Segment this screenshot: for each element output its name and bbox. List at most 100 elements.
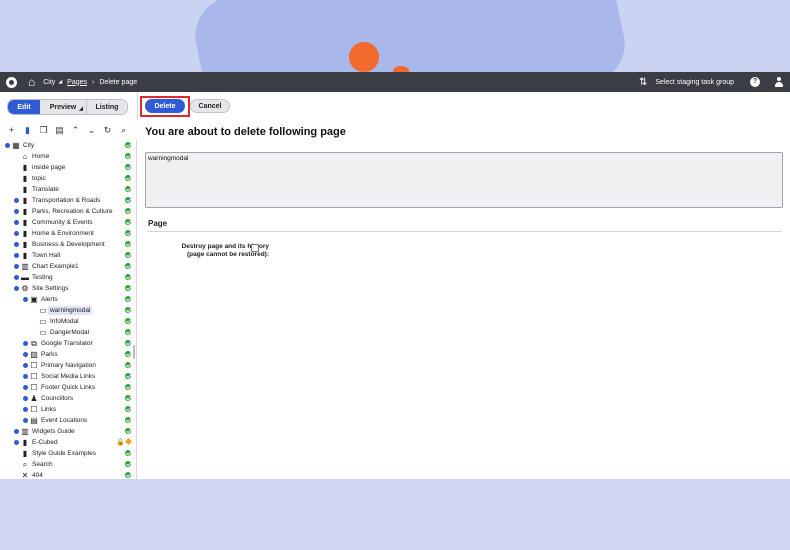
expand-icon[interactable] (14, 242, 19, 247)
breadcrumb-pages[interactable]: Pages (67, 79, 87, 86)
page-icon: ▮ (22, 185, 28, 194)
app-logo-icon[interactable] (6, 76, 17, 88)
tree-item[interactable]: ▮ Community & Events (0, 217, 136, 228)
tree-item[interactable]: ✕ 404 (0, 470, 136, 479)
published-status-icon (125, 197, 131, 203)
trash-icon[interactable]: ▮ (23, 125, 32, 136)
tree-item[interactable]: ☐ Links (0, 404, 136, 415)
staging-task-group-selector[interactable]: Select staging task group (655, 79, 734, 86)
tree-item-label: Home & Environment (32, 230, 94, 237)
tree-item[interactable]: ▭ warningmodal (0, 305, 136, 316)
tree-item[interactable]: ⧉ Google Translator (0, 338, 136, 349)
breadcrumb-site[interactable]: City (43, 79, 55, 86)
published-status-icon (125, 175, 131, 181)
expand-icon[interactable] (23, 385, 28, 390)
box-icon: ☐ (30, 372, 38, 381)
people-icon: ♟ (30, 394, 38, 403)
listing-mode-button[interactable]: Listing (87, 100, 127, 114)
published-status-icon (125, 417, 131, 423)
tree-item[interactable]: ⚙ Site Settings (0, 283, 136, 294)
tree-item[interactable]: ▨ Parks (0, 349, 136, 360)
published-status-icon (125, 285, 131, 291)
tree-item[interactable]: ▬ Testing (0, 272, 136, 283)
tree-item[interactable]: ▮ Transportation & Roads (0, 195, 136, 206)
tree-item-label: Widgets Guide (32, 428, 75, 435)
published-status-icon (125, 318, 131, 324)
cancel-button[interactable]: Cancel (190, 99, 230, 113)
expand-icon[interactable] (14, 209, 19, 214)
expand-icon[interactable] (14, 429, 19, 434)
tree-item[interactable]: ☐ Social Media Links (0, 371, 136, 382)
expand-icon[interactable] (23, 374, 28, 379)
tree-item[interactable]: ▮ Style Guide Examples (0, 448, 136, 459)
preview-mode-button[interactable]: Preview ◢ (40, 100, 87, 114)
expand-icon[interactable] (14, 231, 19, 236)
expand-icon[interactable] (14, 220, 19, 225)
background-shape (187, 0, 633, 72)
tree-item[interactable]: ▦ City (0, 140, 136, 151)
tree-item[interactable]: ☐ Footer Quick Links (0, 382, 136, 393)
staging-icon[interactable]: ⇅ (639, 77, 647, 88)
add-icon[interactable]: + (7, 125, 16, 135)
expand-icon[interactable] (23, 352, 28, 357)
move-down-icon[interactable]: ⌄ (87, 125, 96, 136)
alerts-icon: ▣ (30, 295, 38, 304)
expand-icon[interactable] (5, 143, 10, 148)
caret-down-icon[interactable]: ◢ (58, 79, 62, 85)
published-status-icon (125, 406, 131, 412)
tree-item-label: Councillors (41, 395, 74, 402)
expand-icon[interactable] (23, 418, 28, 423)
move-icon[interactable]: ▤ (55, 125, 64, 136)
tree-item[interactable]: ▮ inside page (0, 162, 136, 173)
tree-item[interactable]: ♟ Councillors (0, 393, 136, 404)
tree-scrollbar[interactable] (133, 345, 135, 359)
tree-item[interactable]: ▣ Alerts (0, 294, 136, 305)
tree-item[interactable]: ▭ InfoModal (0, 316, 136, 327)
expand-icon[interactable] (14, 264, 19, 269)
published-status-icon (125, 274, 131, 280)
tree-item-label: Event Locations (41, 417, 88, 424)
chart-icon: ▥ (21, 427, 29, 436)
caret-down-icon: ◢ (79, 106, 83, 112)
tree-item[interactable]: ▤ Event Locations (0, 415, 136, 426)
tree-item[interactable]: ⌕ Search (0, 459, 136, 470)
tree-item[interactable]: ▥ Widgets Guide (0, 426, 136, 437)
home-icon[interactable]: ⌂ (28, 76, 35, 88)
tree-item[interactable]: ▮ E-Cubed 🔒 (0, 437, 136, 448)
expand-icon[interactable] (14, 275, 19, 280)
tree-item[interactable]: ▭ DangerModal (0, 327, 136, 338)
search-icon[interactable]: ⌕ (119, 125, 128, 136)
site-icon: ▦ (12, 141, 20, 150)
tree-item[interactable]: ▮ Business & Development (0, 239, 136, 250)
tree-item[interactable]: ▮ Town Hall (0, 250, 136, 261)
expand-icon[interactable] (14, 440, 19, 445)
edit-mode-button[interactable]: Edit (8, 100, 40, 114)
tree-item[interactable]: ▮ Translate (0, 184, 136, 195)
tree-item[interactable]: ⌂ Home (0, 151, 136, 162)
user-icon[interactable] (774, 77, 784, 87)
help-icon[interactable]: ? (750, 77, 760, 87)
refresh-icon[interactable]: ↻ (103, 125, 112, 136)
destroy-history-checkbox[interactable] (251, 244, 259, 252)
tree-item[interactable]: ▥ Chart Example1 (0, 261, 136, 272)
expand-icon[interactable] (23, 297, 28, 302)
copy-icon[interactable]: ❐ (39, 125, 48, 136)
tree-item[interactable]: ▮ topic (0, 173, 136, 184)
expand-icon[interactable] (23, 341, 28, 346)
tree-item[interactable]: ☐ Primary Navigation (0, 360, 136, 371)
page-icon: ▮ (22, 207, 28, 216)
table-icon: ▤ (30, 416, 38, 425)
tree-item[interactable]: ▮ Home & Environment (0, 228, 136, 239)
expand-icon[interactable] (14, 286, 19, 291)
delete-button[interactable]: Delete (145, 99, 185, 113)
expand-icon[interactable] (23, 407, 28, 412)
tree-item[interactable]: ▮ Parks, Recreation & Culture (0, 206, 136, 217)
page-list-field[interactable] (145, 152, 783, 208)
expand-icon[interactable] (23, 396, 28, 401)
expand-icon[interactable] (23, 363, 28, 368)
expand-icon[interactable] (14, 198, 19, 203)
expand-icon[interactable] (14, 253, 19, 258)
page-icon: ▮ (22, 251, 28, 260)
move-up-icon[interactable]: ⌃ (71, 125, 80, 136)
page-icon: ▮ (22, 218, 28, 227)
